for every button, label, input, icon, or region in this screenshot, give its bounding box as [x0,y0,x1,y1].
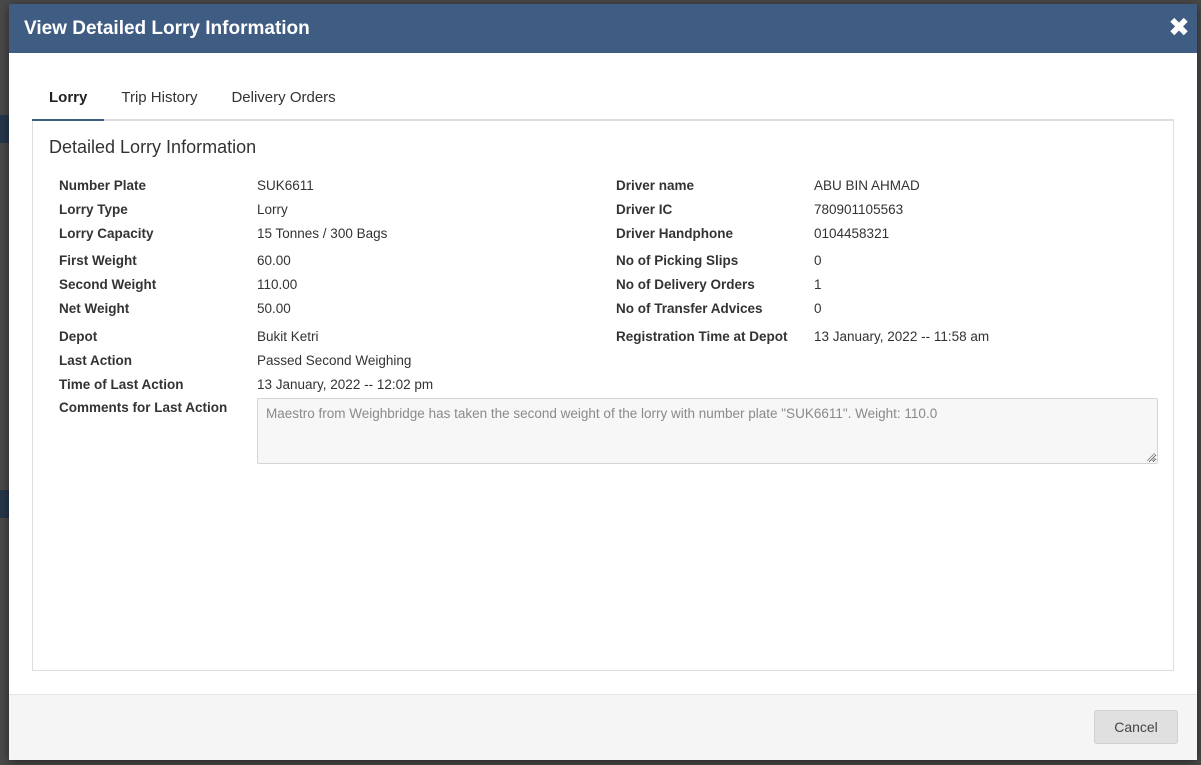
label-net-weight: Net Weight [59,301,130,316]
resize-grip-icon[interactable] [1147,453,1155,461]
label-driver-ic: Driver IC [616,202,673,217]
value-second-weight: 110.00 [257,277,298,292]
label-time-last-action: Time of Last Action [59,377,184,392]
lorry-info-modal: View Detailed Lorry Information ✖ Lorry … [9,4,1197,760]
label-picking-slips: No of Picking Slips [616,253,739,268]
label-depot: Depot [59,329,98,344]
modal-footer: Cancel [9,694,1197,760]
value-depot: Bukit Ketri [257,329,319,344]
close-icon[interactable]: ✖ [1167,14,1191,40]
value-time-last-action: 13 January, 2022 -- 12:02 pm [257,377,434,392]
tab-lorry[interactable]: Lorry [32,81,105,121]
label-lorry-capacity: Lorry Capacity [59,226,154,241]
value-delivery-orders: 1 [814,277,822,292]
value-first-weight: 60.00 [257,253,291,268]
label-lorry-type: Lorry Type [59,202,128,217]
value-transfer-advices: 0 [814,301,822,316]
panel-title: Detailed Lorry Information [49,137,257,157]
label-driver-handphone: Driver Handphone [616,226,734,241]
modal-title: View Detailed Lorry Information [24,17,310,39]
tab-delivery-orders[interactable]: Delivery Orders [214,81,352,119]
value-driver-name: ABU BIN AHMAD [814,178,920,193]
comments-textarea[interactable]: Maestro from Weighbridge has taken the s… [257,398,1158,464]
value-net-weight: 50.00 [257,301,291,316]
value-number-plate: SUK6611 [257,178,314,193]
lorry-detail-panel: Detailed Lorry Information Number Plate … [32,121,1174,671]
label-second-weight: Second Weight [59,277,157,292]
modal-header: View Detailed Lorry Information ✖ [9,4,1197,53]
tab-trip-history[interactable]: Trip History [104,81,214,119]
value-registration-time: 13 January, 2022 -- 11:58 am [814,329,990,344]
value-lorry-type: Lorry [257,202,288,217]
value-picking-slips: 0 [814,253,822,268]
value-driver-ic: 780901105563 [814,202,904,217]
value-last-action: Passed Second Weighing [257,353,412,368]
label-registration-time: Registration Time at Depot [616,329,788,344]
value-lorry-capacity: 15 Tonnes / 300 Bags [257,226,388,241]
label-transfer-advices: No of Transfer Advices [616,301,763,316]
cancel-button[interactable]: Cancel [1094,710,1178,744]
value-driver-handphone: 0104458321 [814,226,890,241]
modal-body: Lorry Trip History Delivery Orders Detai… [9,53,1197,694]
label-last-action: Last Action [59,353,133,368]
label-driver-name: Driver name [616,178,695,193]
tab-bar: Lorry Trip History Delivery Orders [32,81,1174,121]
label-first-weight: First Weight [59,253,137,268]
comments-text: Maestro from Weighbridge has taken the s… [266,406,938,421]
label-number-plate: Number Plate [59,178,147,193]
label-comments: Comments for Last Action [59,400,228,415]
label-delivery-orders: No of Delivery Orders [616,277,755,292]
